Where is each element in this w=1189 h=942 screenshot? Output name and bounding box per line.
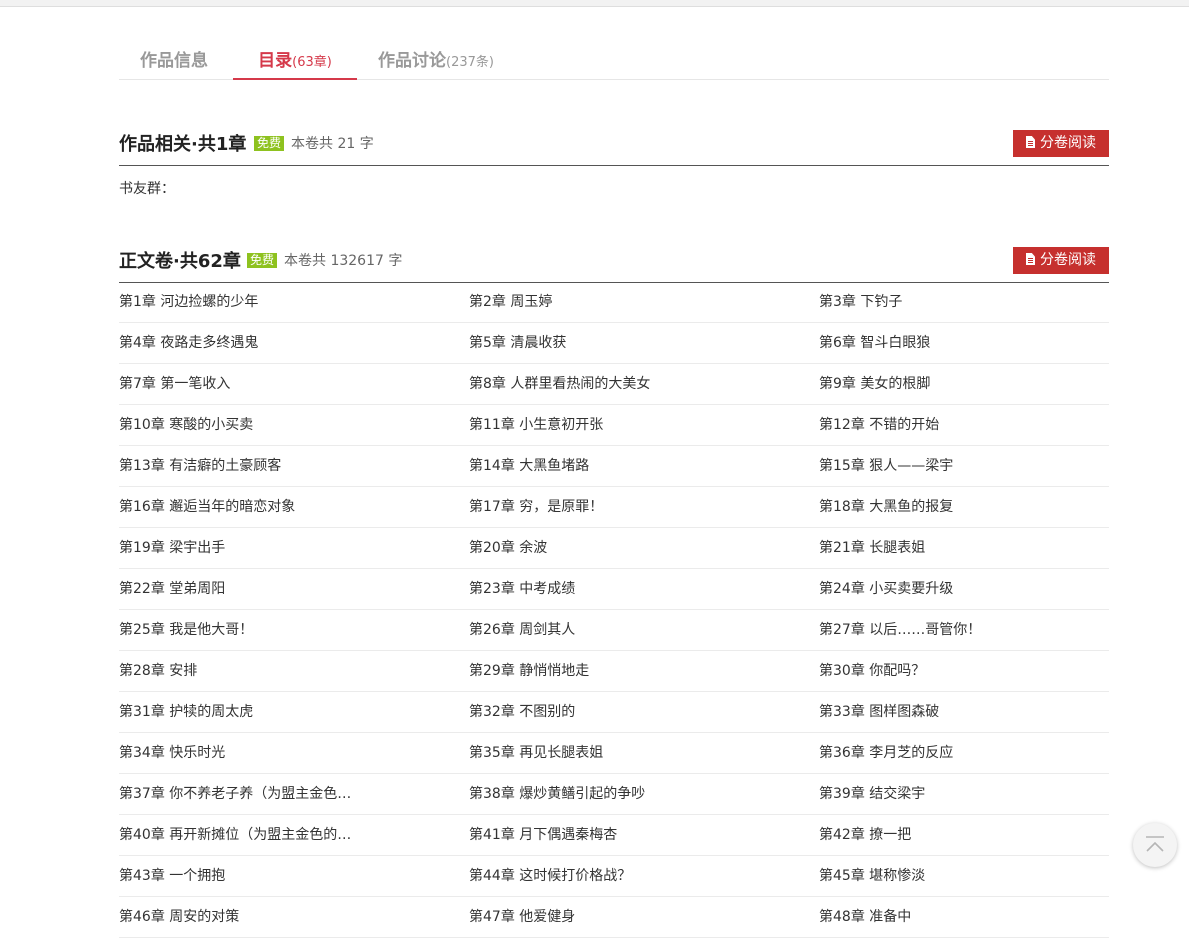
- chapter-link[interactable]: 第19章 梁宇出手: [119, 528, 359, 568]
- volume-word-count: 本卷共 132617 字: [284, 253, 403, 269]
- tab-label: 作品讨论: [378, 51, 446, 71]
- chapter-link[interactable]: 第36章 李月芝的反应: [819, 733, 1109, 773]
- chapter-link[interactable]: 第25章 我是他大哥！: [119, 610, 359, 650]
- arrow-up-icon: [1146, 836, 1164, 852]
- chapter-link[interactable]: 第33章 图样图森破: [819, 692, 1109, 732]
- chapter-link[interactable]: 第39章 结交梁宇: [819, 774, 1109, 814]
- chapter-row: 第22章 堂弟周阳 第23章 中考成绩 第24章 小买卖要升级: [119, 569, 1109, 610]
- chapter-row: 第37章 你不养老子养（为盟主金色… 第38章 爆炒黄鳝引起的争吵 第39章 结…: [119, 774, 1109, 815]
- chapter-link[interactable]: 第9章 美女的根脚: [819, 364, 1109, 404]
- chapter-link[interactable]: 第26章 周剑其人: [469, 610, 789, 650]
- volume-header: 正文卷·共62章 免费 本卷共 132617 字 分卷阅读: [119, 247, 1109, 283]
- chapter-link[interactable]: 第31章 护犊的周太虎: [119, 692, 359, 732]
- tab-discussion[interactable]: 作品讨论(237条): [378, 40, 494, 79]
- chapter-link[interactable]: 第22章 堂弟周阳: [119, 569, 359, 609]
- chapter-link[interactable]: 第11章 小生意初开张: [469, 405, 789, 445]
- chapter-link[interactable]: 第32章 不图别的: [469, 692, 789, 732]
- chapter-link[interactable]: 第38章 爆炒黄鳝引起的争吵: [469, 774, 789, 814]
- chapter-row: 第1章 河边捡螺的少年 第2章 周玉婷 第3章 下钓子: [119, 282, 1109, 323]
- chapter-row: 第40章 再开新摊位（为盟主金色的… 第41章 月下偶遇秦梅杏 第42章 撩一把: [119, 815, 1109, 856]
- volume-read-button[interactable]: 分卷阅读: [1013, 130, 1109, 157]
- chapter-link[interactable]: 第28章 安排: [119, 651, 359, 691]
- chapter-link[interactable]: 第46章 周安的对策: [119, 897, 359, 937]
- chapter-link[interactable]: 第6章 智斗白眼狼: [819, 323, 1109, 363]
- chapter-row: 第31章 护犊的周太虎 第32章 不图别的 第33章 图样图森破: [119, 692, 1109, 733]
- back-to-top-button[interactable]: [1133, 823, 1177, 867]
- chapter-link[interactable]: 第15章 狠人——梁宇: [819, 446, 1109, 486]
- chapter-link[interactable]: 第42章 撩一把: [819, 815, 1109, 855]
- tab-catalog[interactable]: 目录(63章): [233, 40, 357, 80]
- chapter-link[interactable]: 第18章 大黑鱼的报复: [819, 487, 1109, 527]
- tab-work-info[interactable]: 作品信息: [140, 40, 208, 79]
- chapter-link[interactable]: 第14章 大黑鱼堵路: [469, 446, 789, 486]
- tab-count: (237条): [446, 55, 494, 70]
- chapter-link[interactable]: 第48章 准备中: [819, 897, 1109, 937]
- document-icon: [1026, 136, 1035, 148]
- tab-label: 作品信息: [140, 51, 208, 71]
- chapter-link[interactable]: 第13章 有洁癖的土豪顾客: [119, 446, 359, 486]
- chapter-link[interactable]: 第41章 月下偶遇秦梅杏: [469, 815, 789, 855]
- chapter-link[interactable]: 第40章 再开新摊位（为盟主金色的…: [119, 815, 359, 855]
- chapter-link[interactable]: 第21章 长腿表姐: [819, 528, 1109, 568]
- free-badge: 免费: [247, 253, 278, 268]
- chapter-row: 第43章 一个拥抱 第44章 这时候打价格战？ 第45章 堪称惨淡: [119, 856, 1109, 897]
- chapter-link[interactable]: 第4章 夜路走多终遇鬼: [119, 323, 359, 363]
- volume-read-button[interactable]: 分卷阅读: [1013, 247, 1109, 274]
- chapter-link[interactable]: 第12章 不错的开始: [819, 405, 1109, 445]
- chapter-link[interactable]: 第30章 你配吗？: [819, 651, 1109, 691]
- chapter-link[interactable]: 第45章 堪称惨淡: [819, 856, 1109, 896]
- chapter-row: 第19章 梁宇出手 第20章 余波 第21章 长腿表姐: [119, 528, 1109, 569]
- chapter-list: 第1章 河边捡螺的少年 第2章 周玉婷 第3章 下钓子 第4章 夜路走多终遇鬼 …: [119, 282, 1109, 938]
- reader-group-note: 书友群：: [119, 181, 175, 197]
- tab-label: 目录: [258, 51, 293, 71]
- volume-title: 正文卷·共62章: [119, 251, 241, 272]
- chapter-link[interactable]: 第24章 小买卖要升级: [819, 569, 1109, 609]
- chapter-row: 第13章 有洁癖的土豪顾客 第14章 大黑鱼堵路 第15章 狠人——梁宇: [119, 446, 1109, 487]
- chapter-link[interactable]: 第20章 余波: [469, 528, 789, 568]
- chapter-link[interactable]: 第37章 你不养老子养（为盟主金色…: [119, 774, 359, 814]
- chapter-link[interactable]: 第16章 邂逅当年的暗恋对象: [119, 487, 359, 527]
- document-icon: [1026, 253, 1035, 265]
- chapter-row: 第4章 夜路走多终遇鬼 第5章 清晨收获 第6章 智斗白眼狼: [119, 323, 1109, 364]
- chapter-link[interactable]: 第2章 周玉婷: [469, 282, 789, 322]
- chapter-link[interactable]: 第1章 河边捡螺的少年: [119, 282, 359, 322]
- chapter-link[interactable]: 第27章 以后……哥管你！: [819, 610, 1109, 650]
- chapter-link[interactable]: 第35章 再见长腿表姐: [469, 733, 789, 773]
- chapter-link[interactable]: 第34章 快乐时光: [119, 733, 359, 773]
- chapter-row: 第10章 寒酸的小买卖 第11章 小生意初开张 第12章 不错的开始: [119, 405, 1109, 446]
- free-badge: 免费: [254, 136, 285, 151]
- chapter-link[interactable]: 第47章 他爱健身: [469, 897, 789, 937]
- tab-bar: 作品信息 目录(63章) 作品讨论(237条): [119, 40, 1109, 80]
- chapter-row: 第28章 安排 第29章 静悄悄地走 第30章 你配吗？: [119, 651, 1109, 692]
- chapter-link[interactable]: 第23章 中考成绩: [469, 569, 789, 609]
- volume-header: 作品相关·共1章 免费 本卷共 21 字 分卷阅读: [119, 130, 1109, 166]
- volume-title: 作品相关·共1章: [119, 134, 247, 155]
- chapter-link[interactable]: 第29章 静悄悄地走: [469, 651, 789, 691]
- chapter-row: 第7章 第一笔收入 第8章 人群里看热闹的大美女 第9章 美女的根脚: [119, 364, 1109, 405]
- chapter-row: 第25章 我是他大哥！ 第26章 周剑其人 第27章 以后……哥管你！: [119, 610, 1109, 651]
- chapter-link[interactable]: 第44章 这时候打价格战？: [469, 856, 789, 896]
- chapter-link[interactable]: 第43章 一个拥抱: [119, 856, 359, 896]
- volume-read-label: 分卷阅读: [1040, 252, 1096, 268]
- chapter-row: 第34章 快乐时光 第35章 再见长腿表姐 第36章 李月芝的反应: [119, 733, 1109, 774]
- chapter-link[interactable]: 第5章 清晨收获: [469, 323, 789, 363]
- volume-word-count: 本卷共 21 字: [291, 136, 374, 152]
- chapter-link[interactable]: 第17章 穷，是原罪！: [469, 487, 789, 527]
- chapter-link[interactable]: 第8章 人群里看热闹的大美女: [469, 364, 789, 404]
- chapter-link[interactable]: 第7章 第一笔收入: [119, 364, 359, 404]
- chapter-row: 第46章 周安的对策 第47章 他爱健身 第48章 准备中: [119, 897, 1109, 938]
- chapter-link[interactable]: 第3章 下钓子: [819, 282, 1109, 322]
- browser-top-edge: [0, 0, 1189, 7]
- volume-read-label: 分卷阅读: [1040, 135, 1096, 151]
- chapter-row: 第16章 邂逅当年的暗恋对象 第17章 穷，是原罪！ 第18章 大黑鱼的报复: [119, 487, 1109, 528]
- tab-count: (63章): [292, 55, 332, 70]
- chapter-link[interactable]: 第10章 寒酸的小买卖: [119, 405, 359, 445]
